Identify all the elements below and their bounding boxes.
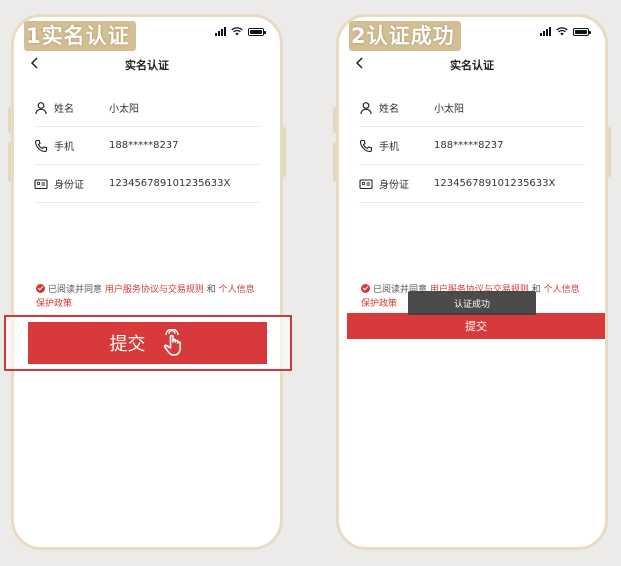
status-bar xyxy=(540,27,591,36)
agreement-and: 和 xyxy=(206,285,216,295)
phone-icon xyxy=(34,139,48,152)
phone-icon xyxy=(359,139,373,152)
nav-bar: 实名认证 xyxy=(339,53,605,75)
side-button xyxy=(8,107,11,133)
row-label: 手机 xyxy=(379,142,399,153)
form-row-name: 姓名 小太阳 xyxy=(359,89,585,127)
wifi-icon xyxy=(231,27,243,36)
row-label: 身份证 xyxy=(54,180,84,191)
toast-message: 认证成功 xyxy=(408,291,536,315)
form-row-phone: 手机 188*****8237 xyxy=(359,127,585,165)
page-title: 实名认证 xyxy=(125,59,169,72)
form-row-id: 身份证 123456789101235633X xyxy=(359,165,585,203)
phone-value[interactable]: 188*****8237 xyxy=(109,140,260,151)
row-label: 手机 xyxy=(54,142,74,153)
page-title: 实名认证 xyxy=(450,59,494,72)
tap-hand-icon xyxy=(163,329,181,356)
status-bar xyxy=(215,27,266,36)
side-button xyxy=(333,107,336,133)
battery-icon xyxy=(248,27,266,36)
battery-icon xyxy=(573,27,591,36)
id-card-icon xyxy=(34,178,48,189)
person-icon xyxy=(360,101,372,114)
id-card-icon xyxy=(359,178,373,189)
submit-button[interactable]: 提交 xyxy=(347,313,605,339)
submit-label: 提交 xyxy=(109,334,146,355)
id-number-value[interactable]: 123456789101235633X xyxy=(434,178,585,189)
name-value[interactable]: 小太阳 xyxy=(434,100,585,115)
phone-value[interactable]: 188*****8237 xyxy=(434,140,585,151)
agreement-text: 已阅读并同意 用户服务协议与交易规则 和 个人信息保护政策 xyxy=(36,283,262,311)
form-row-id: 身份证 123456789101235633X xyxy=(34,165,260,203)
form-row-phone: 手机 188*****8237 xyxy=(34,127,260,165)
submit-button[interactable]: 提交 xyxy=(28,322,267,364)
wifi-icon xyxy=(556,27,568,36)
person-icon xyxy=(35,101,47,114)
checkbox-checked-icon[interactable] xyxy=(36,284,45,293)
step-title: 1实名认证 xyxy=(24,21,136,51)
row-label: 身份证 xyxy=(379,180,409,191)
phone-frame-right: 2认证成功 实名认证 姓名 小太阳 手机 188*****8237 身份证 12… xyxy=(333,14,611,550)
form-list: 姓名 小太阳 手机 188*****8237 身份证 1234567891012… xyxy=(34,89,260,203)
terms-link[interactable]: 用户服务协议与交易规则 xyxy=(105,285,204,295)
signal-icon xyxy=(540,27,551,36)
row-label: 姓名 xyxy=(54,104,74,115)
step-title: 2认证成功 xyxy=(349,21,461,51)
side-button xyxy=(283,127,286,177)
form-list: 姓名 小太阳 手机 188*****8237 身份证 1234567891012… xyxy=(359,89,585,203)
side-button xyxy=(8,142,11,182)
nav-bar: 实名认证 xyxy=(14,53,280,75)
side-button xyxy=(333,142,336,182)
phone-frame-left: 1实名认证 实名认证 姓名 小太阳 手机 188*****8237 身份证 12… xyxy=(8,14,286,550)
checkbox-checked-icon[interactable] xyxy=(361,284,370,293)
name-value[interactable]: 小太阳 xyxy=(109,100,260,115)
id-number-value[interactable]: 123456789101235633X xyxy=(109,178,260,189)
form-row-name: 姓名 小太阳 xyxy=(34,89,260,127)
signal-icon xyxy=(215,27,226,36)
agreement-prefix: 已阅读并同意 xyxy=(48,285,103,295)
row-label: 姓名 xyxy=(379,104,399,115)
side-button xyxy=(608,127,611,177)
